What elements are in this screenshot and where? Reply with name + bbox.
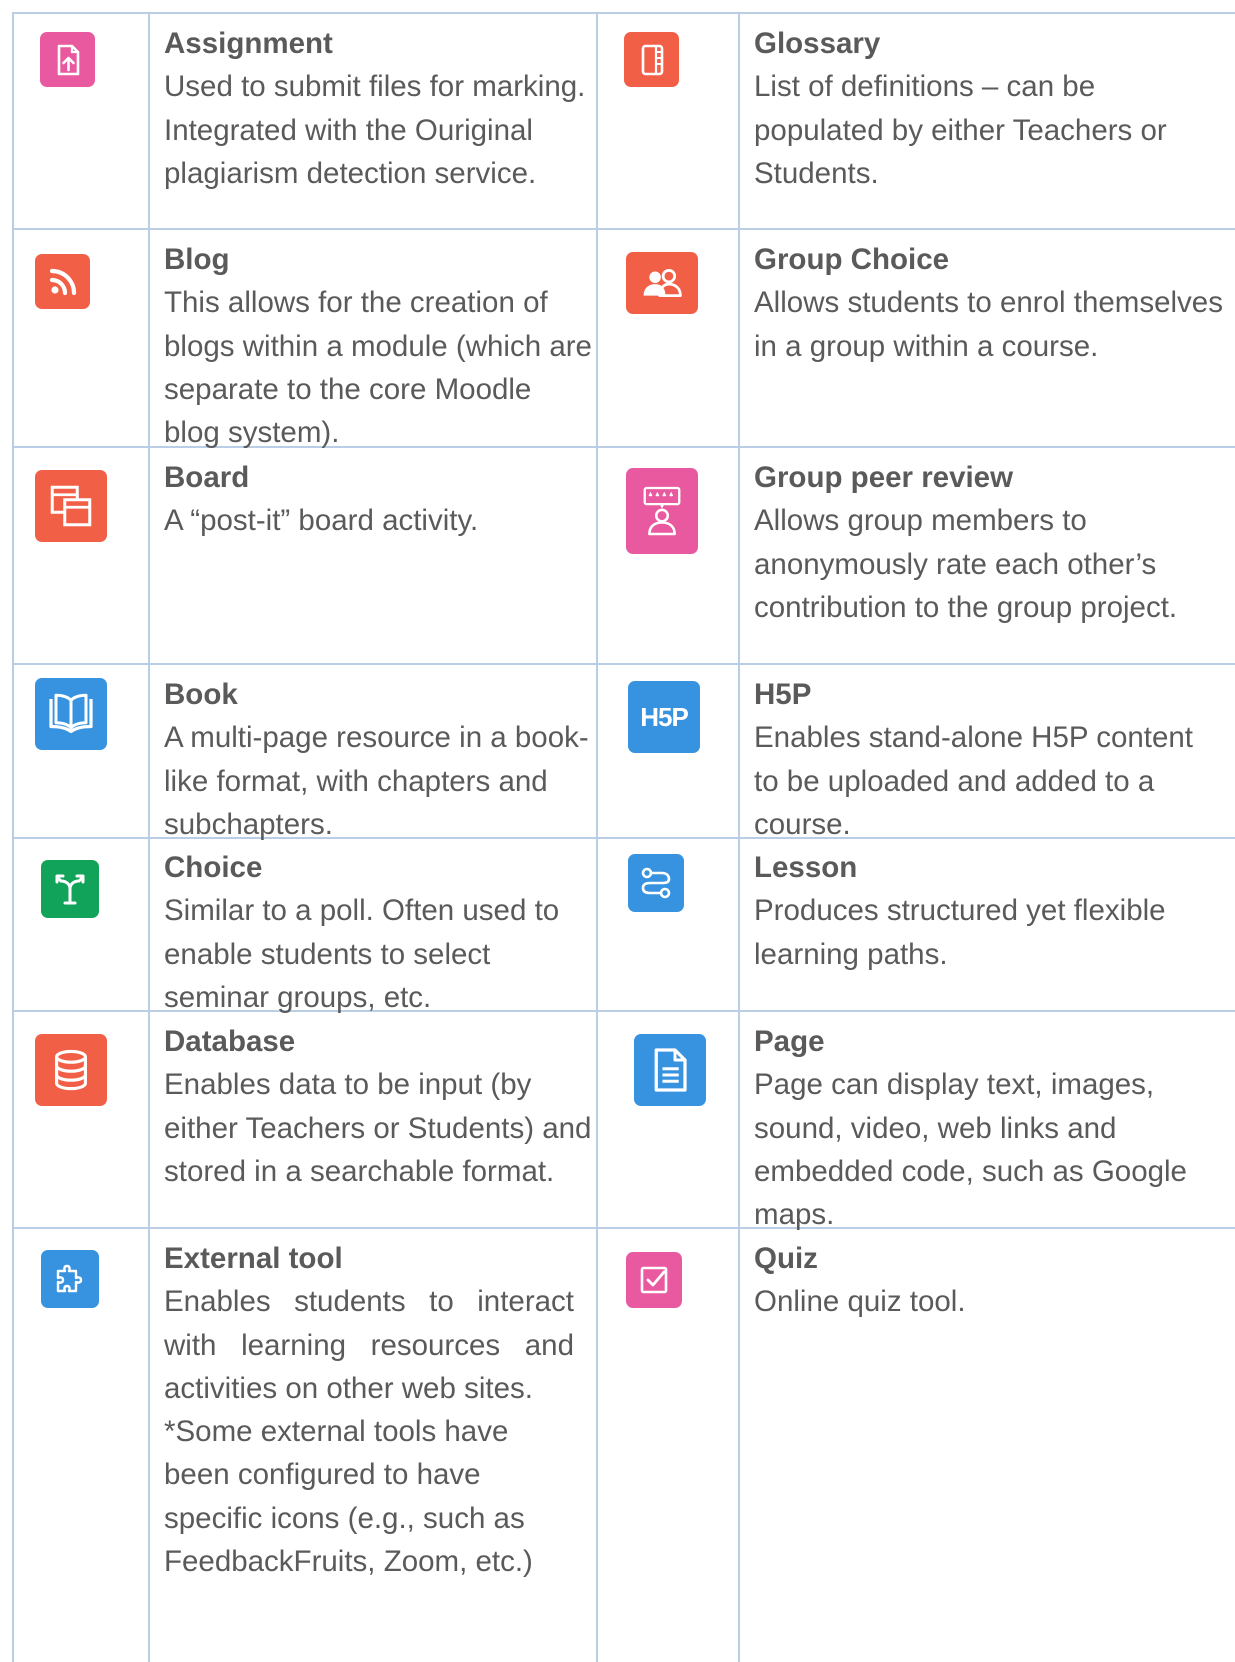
h5p-icon: H5P (628, 681, 700, 753)
people-group-icon (626, 252, 698, 314)
open-book-icon (35, 678, 107, 750)
board-cell: Board A “post-it” board activity. (164, 456, 592, 543)
book-cell: Book A multi-page resource in a book-lik… (164, 673, 592, 846)
lesson-cell: Lesson Produces structured yet flexible … (754, 846, 1224, 976)
lesson-description: Produces structured yet flexible learnin… (754, 894, 1166, 971)
external-tool-cell: External tool Enables students to intera… (164, 1237, 574, 1583)
table-row-divider (12, 663, 1235, 665)
board-title: Board (164, 461, 250, 494)
rss-feed-icon (35, 254, 90, 309)
file-upload-icon (40, 32, 95, 87)
choice-description: Similar to a poll. Often used to enable … (164, 894, 560, 1014)
activities-table: Assignment Used to submit files for mark… (12, 12, 1235, 1662)
lesson-path-icon (628, 854, 684, 912)
group-peer-review-cell: Group peer review Allows group members t… (754, 456, 1224, 629)
glossary-cell: Glossary List of definitions – can be po… (754, 22, 1224, 195)
fork-choice-icon (41, 860, 99, 918)
page-description: Page can display text, images, sound, vi… (754, 1068, 1187, 1232)
assignment-description: Used to submit files for marking. Integr… (164, 70, 586, 190)
assignment-cell: Assignment Used to submit files for mark… (164, 22, 592, 195)
blog-title: Blog (164, 243, 230, 276)
puzzle-piece-icon (41, 1250, 99, 1308)
table-row-divider (12, 228, 1235, 230)
glossary-title: Glossary (754, 27, 881, 60)
book-title: Book (164, 678, 238, 711)
peer-rating-icon (626, 468, 698, 554)
blog-description: This allows for the creation of blogs wi… (164, 286, 592, 450)
h5p-icon-text: H5P (640, 701, 689, 732)
choice-cell: Choice Similar to a poll. Often used to … (164, 846, 592, 1019)
h5p-description: Enables stand-alone H5P content to be up… (754, 721, 1193, 841)
database-title: Database (164, 1025, 296, 1058)
glossary-book-icon (624, 32, 679, 87)
book-description: A multi-page resource in a book-like for… (164, 721, 589, 841)
h5p-title: H5P (754, 678, 812, 711)
group-peer-review-title: Group peer review (754, 461, 1014, 494)
quiz-checkbox-icon (626, 1252, 682, 1308)
board-description: A “post-it” board activity. (164, 504, 479, 538)
database-description: Enables data to be input (by either Teac… (164, 1068, 592, 1188)
glossary-description: List of definitions – can be populated b… (754, 70, 1167, 190)
page-cell: Page Page can display text, images, soun… (754, 1020, 1224, 1236)
table-border-top (12, 12, 1235, 14)
group-choice-title: Group Choice (754, 243, 950, 276)
assignment-title: Assignment (164, 27, 333, 60)
page-title: Page (754, 1025, 825, 1058)
external-tool-note: *Some external tools have been configure… (164, 1415, 533, 1579)
quiz-cell: Quiz Online quiz tool. (754, 1237, 1224, 1324)
external-tool-title: External tool (164, 1242, 343, 1275)
quiz-description: Online quiz tool. (754, 1285, 966, 1319)
database-icon (35, 1034, 107, 1106)
page-document-icon (634, 1034, 706, 1106)
group-peer-review-description: Allows group members to anonymously rate… (754, 504, 1178, 624)
choice-title: Choice (164, 851, 263, 884)
lesson-title: Lesson (754, 851, 858, 884)
board-icon (35, 470, 107, 542)
group-choice-description: Allows students to enrol themselves in a… (754, 286, 1223, 363)
quiz-title: Quiz (754, 1242, 818, 1275)
h5p-cell: H5P Enables stand-alone H5P content to b… (754, 673, 1224, 846)
group-choice-cell: Group Choice Allows students to enrol th… (754, 238, 1224, 368)
external-tool-description: Enables students to interact with learni… (164, 1285, 574, 1405)
database-cell: Database Enables data to be input (by ei… (164, 1020, 592, 1193)
blog-cell: Blog This allows for the creation of blo… (164, 238, 592, 454)
